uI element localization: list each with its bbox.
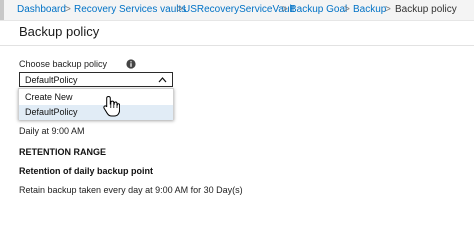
- breadcrumb-recovery-services-vaults[interactable]: Recovery Services vaults: [74, 4, 186, 16]
- policy-options-list: Create New DefaultPolicy: [18, 88, 174, 120]
- hand-pointer-cursor-icon: [103, 95, 120, 117]
- breadcrumb-separator: >: [65, 4, 71, 15]
- retention-daily-subheading: Retention of daily backup point: [19, 166, 154, 176]
- chevron-up-icon: [158, 77, 167, 83]
- retention-daily-text: Retain backup taken every day at 9:00 AM…: [19, 185, 243, 195]
- breadcrumb-backup[interactable]: Backup: [353, 4, 386, 16]
- retention-range-heading: RETENTION RANGE: [19, 147, 107, 157]
- selected-policy-value: DefaultPolicy: [25, 75, 78, 85]
- backup-policy-page: Dashboard > Recovery Services vaults > U…: [0, 0, 474, 243]
- breadcrumb-edge: [0, 0, 4, 20]
- breadcrumb-separator: >: [282, 4, 288, 15]
- choose-backup-policy-label: Choose backup policy: [19, 59, 108, 69]
- breadcrumb-backup-policy: Backup policy: [395, 4, 457, 15]
- title-divider: [0, 45, 474, 46]
- breadcrumb-separator: >: [177, 4, 183, 15]
- breadcrumb-separator: >: [344, 4, 350, 15]
- option-create-new[interactable]: Create New: [19, 90, 173, 105]
- breadcrumb-dashboard[interactable]: Dashboard: [17, 4, 66, 16]
- breadcrumb-separator: >: [385, 4, 391, 15]
- backup-schedule-text: Daily at 9:00 AM: [19, 126, 85, 136]
- option-default-policy[interactable]: DefaultPolicy: [19, 105, 173, 120]
- page-title: Backup policy: [19, 24, 100, 39]
- breadcrumb: Dashboard > Recovery Services vaults > U…: [0, 0, 474, 21]
- info-icon[interactable]: [126, 59, 136, 69]
- breadcrumb-vault[interactable]: USRecoveryServiceVault: [183, 4, 295, 16]
- breadcrumb-backup-goal[interactable]: Backup Goal: [290, 4, 347, 16]
- backup-policy-dropdown[interactable]: DefaultPolicy: [19, 72, 173, 87]
